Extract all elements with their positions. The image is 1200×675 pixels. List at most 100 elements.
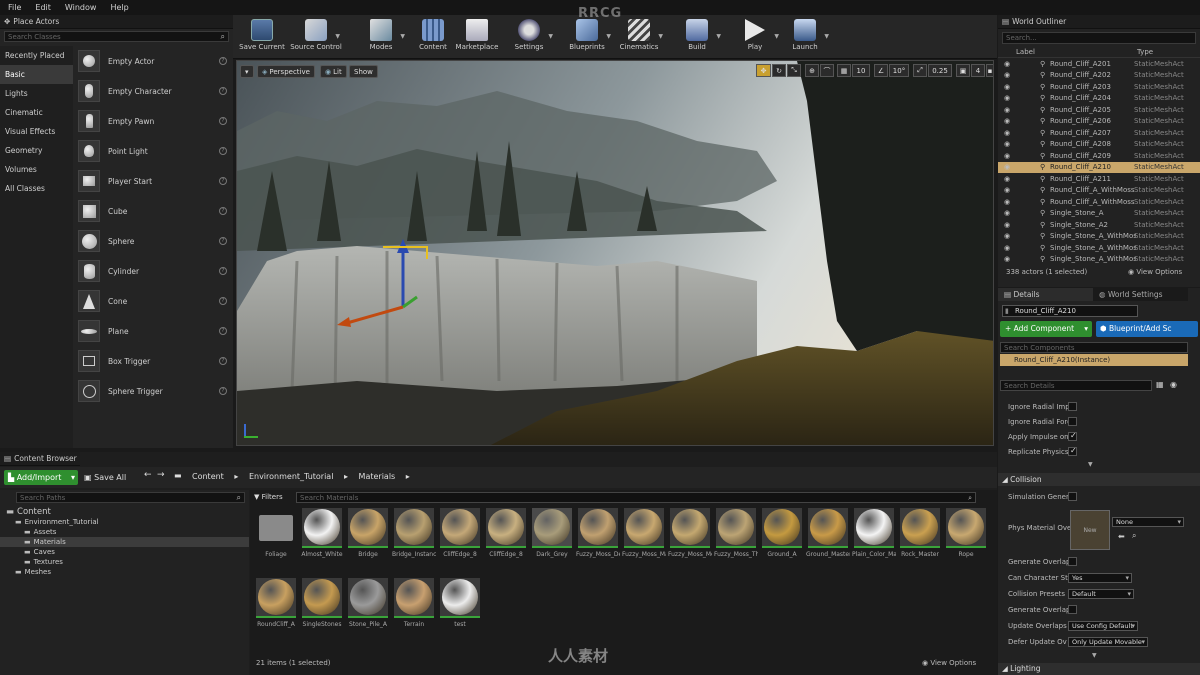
rotation-snap-value[interactable]: 10° bbox=[889, 64, 909, 77]
asset-tile[interactable]: Foliage bbox=[256, 508, 298, 570]
source-control-button[interactable]: Source Control ▼ bbox=[290, 17, 342, 57]
collision-section-header[interactable]: ◢ Collision bbox=[998, 473, 1200, 486]
collision-presets-dropdown[interactable]: Default bbox=[1068, 589, 1134, 599]
settings-button[interactable]: Settings ▼ bbox=[503, 17, 555, 57]
launch-button[interactable]: Launch ▼ bbox=[779, 17, 831, 57]
actor-item-empty-pawn[interactable]: Empty Pawn? bbox=[74, 106, 233, 136]
visibility-eye-icon[interactable]: ◉ bbox=[1004, 152, 1012, 160]
search-materials-input[interactable]: Search Materials ⌕ bbox=[296, 492, 976, 503]
cinematics-button[interactable]: Cinematics ▼ bbox=[613, 17, 665, 57]
eye-icon[interactable]: ◉ bbox=[1170, 380, 1182, 391]
outliner-row[interactable]: ◉ ⚲ Round_Cliff_A211 StaticMeshAct bbox=[998, 173, 1200, 185]
help-icon[interactable]: ? bbox=[219, 267, 227, 275]
search-details-input[interactable]: Search Details bbox=[1000, 380, 1152, 391]
outliner-row[interactable]: ◉ ⚲ Single_Stone_A_WithMoss StaticMeshAct bbox=[998, 254, 1200, 263]
asset-tile[interactable]: Stone_Pile_A bbox=[348, 578, 390, 640]
actor-item-player-start[interactable]: Player Start? bbox=[74, 166, 233, 196]
category-recently-placed[interactable]: Recently Placed bbox=[0, 46, 73, 65]
tab-details[interactable]: ▤ Details bbox=[998, 288, 1093, 301]
search-classes-input[interactable]: Search Classes ⌕ bbox=[4, 31, 229, 42]
asset-tile[interactable]: Ground_A bbox=[762, 508, 804, 570]
category-basic[interactable]: Basic bbox=[0, 65, 73, 84]
help-icon[interactable]: ? bbox=[219, 57, 227, 65]
build-button[interactable]: Build ▼ bbox=[671, 17, 723, 57]
actor-item-empty-actor[interactable]: Empty Actor? bbox=[74, 46, 233, 76]
defer-update-dropdown[interactable]: Only Update Movable bbox=[1068, 637, 1148, 647]
asset-tile[interactable]: RoundCliff_A bbox=[256, 578, 298, 640]
visibility-eye-icon[interactable]: ◉ bbox=[1004, 209, 1012, 217]
menu-help[interactable]: Help bbox=[110, 3, 128, 12]
actor-item-point-light[interactable]: Point Light? bbox=[74, 136, 233, 166]
show-button[interactable]: Show bbox=[349, 65, 378, 78]
actor-name-field[interactable]: ▮ Round_Cliff_A210 bbox=[1002, 305, 1138, 317]
help-icon[interactable]: ? bbox=[219, 177, 227, 185]
add-import-button[interactable]: ▙ Add/Import ▾ bbox=[4, 470, 78, 485]
cb-view-options-button[interactable]: ◉ View Options bbox=[922, 659, 976, 667]
category-lights[interactable]: Lights bbox=[0, 84, 73, 103]
breadcrumb-environment-tutorial[interactable]: Environment_Tutorial bbox=[249, 472, 334, 481]
asset-tile[interactable]: Rope bbox=[946, 508, 988, 570]
add-component-button[interactable]: + Add Component ▾ bbox=[1000, 321, 1092, 337]
outliner-row[interactable]: ◉ ⚲ Round_Cliff_A205 StaticMeshAct bbox=[998, 104, 1200, 116]
visibility-eye-icon[interactable]: ◉ bbox=[1004, 140, 1012, 148]
tree-item[interactable]: ▬ Environment_Tutorial bbox=[0, 517, 249, 527]
column-type[interactable]: Type bbox=[1137, 48, 1153, 56]
ignore-radial-impulse-checkbox[interactable] bbox=[1068, 402, 1077, 411]
forward-arrow-icon[interactable]: → bbox=[157, 470, 165, 480]
outliner-row[interactable]: ◉ ⚲ Round_Cliff_A_WithMoss StaticMeshAct bbox=[998, 185, 1200, 197]
menu-window[interactable]: Window bbox=[65, 3, 97, 12]
marketplace-button[interactable]: Marketplace bbox=[451, 17, 503, 57]
generate-overlap-checkbox[interactable] bbox=[1068, 557, 1077, 566]
update-overlaps-dropdown[interactable]: Use Config Default bbox=[1068, 621, 1138, 631]
expand-arrow-icon[interactable]: ▼ bbox=[1092, 652, 1097, 659]
visibility-eye-icon[interactable]: ◉ bbox=[1004, 255, 1012, 263]
asset-tile[interactable]: CliffEdge_8 bbox=[486, 508, 528, 570]
help-icon[interactable]: ? bbox=[219, 387, 227, 395]
tree-item[interactable]: ▬ Materials bbox=[0, 537, 249, 547]
asset-tile[interactable]: Fuzzy_Moss_Medium bbox=[668, 508, 712, 570]
actor-item-box-trigger[interactable]: Box Trigger? bbox=[74, 346, 233, 376]
scale-snap-icon[interactable]: ⤢ bbox=[913, 64, 927, 77]
category-all-classes[interactable]: All Classes bbox=[0, 179, 73, 198]
asset-tile[interactable]: CliffEdge_8 bbox=[440, 508, 482, 570]
tree-item[interactable]: ▬ Textures bbox=[0, 557, 249, 567]
apply-impulse-checkbox[interactable] bbox=[1068, 431, 1077, 441]
outliner-row[interactable]: ◉ ⚲ Round_Cliff_A203 StaticMeshAct bbox=[998, 81, 1200, 93]
asset-tile[interactable]: test bbox=[440, 578, 482, 640]
asset-tile[interactable]: Plain_Color_Master bbox=[852, 508, 896, 570]
scale-snap-value[interactable]: 0.25 bbox=[928, 64, 952, 77]
help-icon[interactable]: ? bbox=[219, 117, 227, 125]
search-components-input[interactable]: Search Components bbox=[1000, 342, 1188, 353]
help-icon[interactable]: ? bbox=[219, 87, 227, 95]
outliner-row[interactable]: ◉ ⚲ Round_Cliff_A209 StaticMeshAct bbox=[998, 150, 1200, 162]
grid-snap-icon[interactable]: ▦ bbox=[837, 64, 851, 77]
visibility-eye-icon[interactable]: ◉ bbox=[1004, 117, 1012, 125]
menu-file[interactable]: File bbox=[8, 3, 21, 12]
asset-tile[interactable]: SingleStones bbox=[302, 578, 344, 640]
maximize-icon[interactable]: ▪ bbox=[986, 64, 993, 77]
save-current-button[interactable]: Save Current bbox=[236, 17, 288, 57]
visibility-eye-icon[interactable]: ◉ bbox=[1004, 106, 1012, 114]
grid-snap-value[interactable]: 10 bbox=[852, 64, 870, 77]
property-matrix-icon[interactable]: ▦ bbox=[1156, 380, 1166, 391]
perspective-button[interactable]: ◈ Perspective bbox=[257, 65, 315, 78]
rotation-snap-icon[interactable]: ∠ bbox=[874, 64, 888, 77]
blueprints-button[interactable]: Blueprints ▼ bbox=[561, 17, 613, 57]
place-actors-tab[interactable]: ✥ Place Actors bbox=[0, 15, 233, 29]
viewport-menu-button[interactable]: ▾ bbox=[240, 65, 254, 78]
filters-button[interactable]: ▼ Filters bbox=[254, 492, 294, 503]
asset-tile[interactable]: Bridge bbox=[348, 508, 390, 570]
outliner-row[interactable]: ◉ ⚲ Round_Cliff_A210 StaticMeshAct bbox=[998, 161, 1200, 173]
rotate-mode-icon[interactable]: ↻ bbox=[772, 64, 786, 77]
asset-tile[interactable]: Fuzzy_Moss_Thin bbox=[714, 508, 758, 570]
visibility-eye-icon[interactable]: ◉ bbox=[1004, 71, 1012, 79]
tree-item[interactable]: ▬ Caves bbox=[0, 547, 249, 557]
outliner-row[interactable]: ◉ ⚲ Single_Stone_A2 StaticMeshAct bbox=[998, 219, 1200, 231]
outliner-row[interactable]: ◉ ⚲ Round_Cliff_A206 StaticMeshAct bbox=[998, 116, 1200, 128]
search-paths-input[interactable]: Search Paths ⌕ bbox=[16, 492, 245, 503]
outliner-row[interactable]: ◉ ⚲ Round_Cliff_A201 StaticMeshAct bbox=[998, 58, 1200, 70]
category-volumes[interactable]: Volumes bbox=[0, 160, 73, 179]
column-label[interactable]: Label bbox=[1016, 48, 1035, 56]
level-viewport[interactable]: ▾ ◈ Perspective ◉ Lit Show ✥ ↻ ⤡ ⊕ ⌒ ▦ 10 … bbox=[236, 60, 994, 446]
outliner-row[interactable]: ◉ ⚲ Round_Cliff_A202 StaticMeshAct bbox=[998, 70, 1200, 82]
